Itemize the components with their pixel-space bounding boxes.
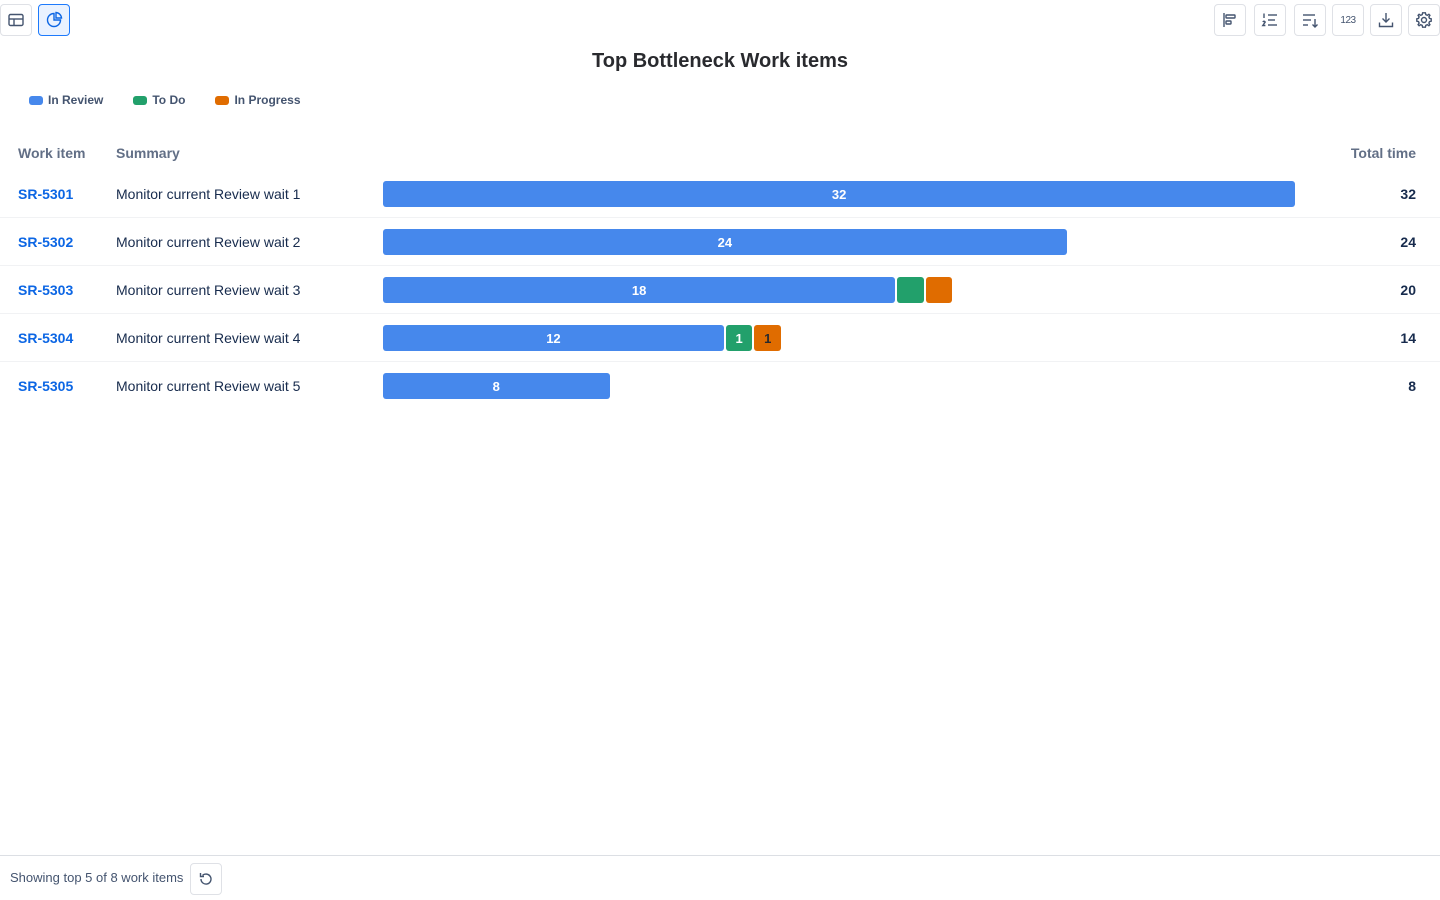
table-row: SR-5304 Monitor current Review wait 4 12 1 1… xyxy=(0,314,1440,362)
footer: Showing top 5 of 8 work items xyxy=(0,855,1440,900)
work-item-link[interactable]: SR-5305 xyxy=(18,362,73,410)
column-header-work-item: Work item xyxy=(18,145,86,161)
bar-segment-in-review[interactable]: 12 xyxy=(383,325,724,351)
download-icon xyxy=(1378,13,1394,28)
total-time-value: 8 xyxy=(1408,378,1416,394)
table-row: SR-5305 Monitor current Review wait 5 8 8 xyxy=(0,362,1440,410)
sort-icon xyxy=(1303,14,1318,28)
legend-label: In Progress xyxy=(234,93,301,107)
bar-track: 8 xyxy=(383,373,1343,399)
settings-button[interactable] xyxy=(1408,4,1440,36)
table-row: SR-5302 Monitor current Review wait 2 24 24 xyxy=(0,218,1440,266)
bar-segment-in-review[interactable]: 18 xyxy=(383,277,896,303)
work-item-link[interactable]: SR-5303 xyxy=(18,266,73,314)
work-item-summary: Monitor current Review wait 1 xyxy=(116,186,301,202)
bar-segment-in-review[interactable]: 8 xyxy=(383,373,610,399)
work-item-link[interactable]: SR-5302 xyxy=(18,218,73,266)
legend-label: To Do xyxy=(152,93,186,107)
work-item-summary: Monitor current Review wait 2 xyxy=(116,234,301,250)
total-time-value: 24 xyxy=(1400,234,1416,250)
work-item-link[interactable]: SR-5304 xyxy=(18,314,73,362)
legend-swatch xyxy=(133,95,148,105)
work-item-link[interactable]: SR-5301 xyxy=(18,170,73,218)
bar-segment-to-do[interactable] xyxy=(897,277,924,303)
total-time-value: 20 xyxy=(1400,282,1416,298)
refresh-icon xyxy=(199,873,212,885)
total-time-value: 32 xyxy=(1400,186,1416,202)
bar-track: 18 xyxy=(383,277,1343,303)
legend-item-to-do[interactable]: To Do xyxy=(133,93,185,107)
bar-align-icon xyxy=(1223,13,1236,27)
bar-segment-to-do[interactable]: 1 xyxy=(725,325,753,351)
chart-view-button[interactable] xyxy=(38,4,70,36)
number-format-button[interactable]: 123 xyxy=(1332,4,1364,36)
legend-label: In Review xyxy=(48,93,104,107)
refresh-button[interactable] xyxy=(190,863,222,895)
work-item-summary: Monitor current Review wait 5 xyxy=(116,378,301,394)
table-row: SR-5301 Monitor current Review wait 1 32 32 xyxy=(0,170,1440,218)
table-view-button[interactable] xyxy=(0,4,32,36)
bar-track: 12 1 1 xyxy=(383,325,1343,351)
bar-segment-in-review[interactable]: 24 xyxy=(383,229,1067,255)
total-time-value: 14 xyxy=(1400,330,1416,346)
bar-track: 32 xyxy=(383,181,1343,207)
numbered-list-icon xyxy=(1261,13,1277,27)
chart-view-icon xyxy=(46,11,63,28)
chart-legend: In Review To Do In Progress xyxy=(29,93,331,107)
table-view-icon xyxy=(8,13,24,27)
column-header-summary: Summary xyxy=(116,145,180,161)
bar-segment-in-progress[interactable]: 1 xyxy=(754,325,781,351)
legend-swatch xyxy=(29,95,43,105)
legend-item-in-review[interactable]: In Review xyxy=(29,93,103,107)
chart-title: Top Bottleneck Work items xyxy=(592,50,848,72)
bar-track: 24 xyxy=(383,229,1343,255)
table-row: SR-5303 Monitor current Review wait 3 18 20 xyxy=(0,266,1440,314)
settings-icon xyxy=(1416,12,1432,28)
bar-segment-in-review[interactable]: 32 xyxy=(383,181,1296,207)
work-item-summary: Monitor current Review wait 3 xyxy=(116,282,301,298)
download-button[interactable] xyxy=(1370,4,1402,36)
bar-segment-in-progress[interactable] xyxy=(925,277,953,303)
work-item-summary: Monitor current Review wait 4 xyxy=(116,330,301,346)
legend-item-in-progress[interactable]: In Progress xyxy=(215,93,301,107)
numbered-list-button[interactable] xyxy=(1254,4,1286,36)
bar-align-button[interactable] xyxy=(1214,4,1246,36)
column-header-total-time: Total time xyxy=(1350,145,1416,161)
sort-button[interactable] xyxy=(1294,4,1326,36)
footer-status: Showing top 5 of 8 work items xyxy=(10,870,184,885)
number-format-icon: 123 xyxy=(1340,14,1356,26)
legend-swatch xyxy=(215,95,230,105)
